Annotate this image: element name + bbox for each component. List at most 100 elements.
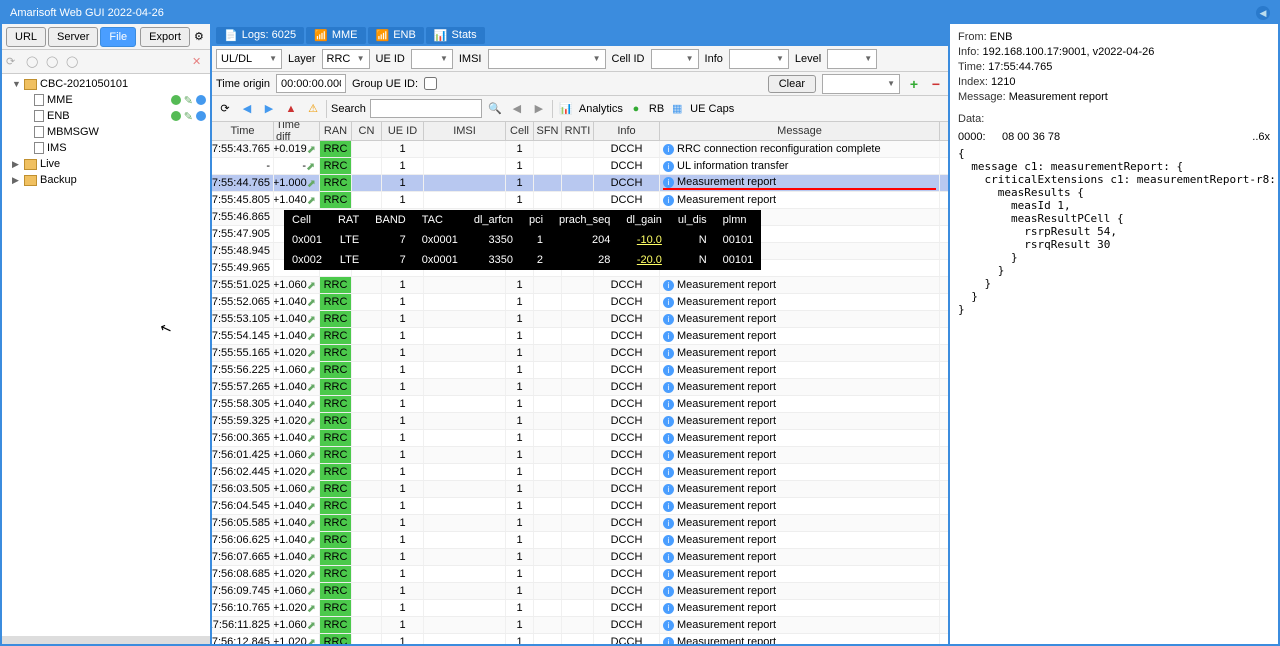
column-header[interactable]: IMSI <box>424 122 506 140</box>
nav-icon3[interactable]: ◯ <box>66 55 80 69</box>
rb-icon[interactable]: ● <box>627 100 645 118</box>
gear-icon[interactable]: ⚙ <box>192 28 206 46</box>
imsi-combo[interactable]: ▼ <box>488 49 606 69</box>
column-header[interactable]: RNTI <box>562 122 594 140</box>
play-icon[interactable] <box>196 111 206 121</box>
layer-combo[interactable]: RRC▼ <box>322 49 370 69</box>
table-row[interactable]: 17:56:03.505+1.060⬈RRC11DCCHiMeasurement… <box>212 481 948 498</box>
table-row[interactable]: 17:56:02.445+1.020⬈RRC11DCCHiMeasurement… <box>212 464 948 481</box>
table-cell: 1 <box>382 532 424 548</box>
table-row[interactable]: 17:55:51.025+1.060⬈RRC11DCCHiMeasurement… <box>212 277 948 294</box>
table-row[interactable]: 17:55:43.765+0.019⬈RRC11DCCHiRRC connect… <box>212 141 948 158</box>
column-header[interactable]: Message <box>660 122 940 140</box>
table-row[interactable]: 17:56:04.545+1.040⬈RRC11DCCHiMeasurement… <box>212 498 948 515</box>
table-row[interactable]: 17:56:10.765+1.020⬈RRC11DCCHiMeasurement… <box>212 600 948 617</box>
column-header[interactable]: UE ID <box>382 122 424 140</box>
binoculars-icon[interactable]: 🔍 <box>486 100 504 118</box>
table-row[interactable]: 17:55:56.225+1.060⬈RRC11DCCHiMeasurement… <box>212 362 948 379</box>
table-cell: 17:55:57.265 <box>212 379 274 395</box>
uecaps-icon[interactable]: ▦ <box>668 100 686 118</box>
column-header[interactable]: Time <box>212 122 274 140</box>
file-button[interactable]: File <box>100 27 136 47</box>
table-row[interactable]: 17:56:01.425+1.060⬈RRC11DCCHiMeasurement… <box>212 447 948 464</box>
refresh-icon[interactable]: ⟳ <box>6 55 20 69</box>
refresh-icon[interactable]: ⟳ <box>216 100 234 118</box>
play-icon[interactable] <box>196 95 206 105</box>
tree-node[interactable]: MBMSGW <box>6 124 206 140</box>
table-row[interactable]: 17:55:54.145+1.040⬈RRC11DCCHiMeasurement… <box>212 328 948 345</box>
group-ueid-checkbox[interactable] <box>424 77 437 90</box>
table-cell: DCCH <box>594 600 660 616</box>
search-input[interactable] <box>370 99 482 118</box>
warn-icon[interactable]: ▲ <box>282 100 300 118</box>
close-icon[interactable]: ✕ <box>192 55 206 69</box>
info-combo[interactable]: ▼ <box>729 49 789 69</box>
table-row[interactable]: 17:55:44.765+1.000⬈RRC11DCCHiMeasurement… <box>212 175 948 192</box>
table-row[interactable]: 17:55:57.265+1.040⬈RRC11DCCHiMeasurement… <box>212 379 948 396</box>
table-cell <box>562 430 594 446</box>
table-row[interactable]: 17:56:11.825+1.060⬈RRC11DCCHiMeasurement… <box>212 617 948 634</box>
table-row[interactable]: 17:56:09.745+1.060⬈RRC11DCCHiMeasurement… <box>212 583 948 600</box>
table-row[interactable]: 17:55:45.805+1.040⬈RRC11DCCHiMeasurement… <box>212 192 948 209</box>
table-row[interactable]: 17:55:59.325+1.020⬈RRC11DCCHiMeasurement… <box>212 413 948 430</box>
nav-icon[interactable]: ◯ <box>26 55 40 69</box>
collapse-sidebar-icon[interactable]: ◀ <box>1256 6 1270 20</box>
table-row[interactable]: 17:56:00.365+1.040⬈RRC11DCCHiMeasurement… <box>212 430 948 447</box>
uecaps-label[interactable]: UE Caps <box>690 103 734 115</box>
table-row[interactable]: 17:55:58.305+1.040⬈RRC11DCCHiMeasurement… <box>212 396 948 413</box>
column-header[interactable]: Time diff <box>274 122 320 140</box>
column-header[interactable]: CN <box>352 122 382 140</box>
file-tree[interactable]: ▼CBC-2021050101MME✎ENB✎MBMSGWIMS▶Live▶Ba… <box>2 74 210 636</box>
server-button[interactable]: Server <box>48 27 98 47</box>
tab[interactable]: 📄Logs: 6025 <box>216 27 304 44</box>
remove-icon[interactable]: − <box>928 76 944 92</box>
log-grid[interactable]: TimeTime diffRANCNUE IDIMSICellSFNRNTIIn… <box>212 122 948 644</box>
ueid-combo[interactable]: ▼ <box>411 49 453 69</box>
analytics-label[interactable]: Analytics <box>579 103 623 115</box>
column-header[interactable]: Cell <box>506 122 534 140</box>
time-origin-input[interactable] <box>276 74 346 93</box>
column-header[interactable]: SFN <box>534 122 562 140</box>
tree-node[interactable]: MME✎ <box>6 92 206 108</box>
tree-node[interactable]: IMS <box>6 140 206 156</box>
table-row[interactable]: 17:56:08.685+1.020⬈RRC11DCCHiMeasurement… <box>212 566 948 583</box>
alert-icon[interactable]: ⚠ <box>304 100 322 118</box>
table-row[interactable]: 17:55:53.105+1.040⬈RRC11DCCHiMeasurement… <box>212 311 948 328</box>
tree-node[interactable]: ▶Backup <box>6 172 206 188</box>
table-row[interactable]: 17:55:52.065+1.040⬈RRC11DCCHiMeasurement… <box>212 294 948 311</box>
search-prev-icon[interactable]: ◀ <box>508 100 526 118</box>
nav-icon2[interactable]: ◯ <box>46 55 60 69</box>
arrow-up-icon: ⬈ <box>307 602 316 615</box>
uldl-combo[interactable]: UL/DL▼ <box>216 49 282 69</box>
table-cell: RRC <box>320 311 352 327</box>
table-row[interactable]: 17:55:55.165+1.020⬈RRC11DCCHiMeasurement… <box>212 345 948 362</box>
tab[interactable]: 📶ENB <box>368 27 424 44</box>
column-header[interactable]: RAN <box>320 122 352 140</box>
rb-label[interactable]: RB <box>649 103 664 115</box>
tree-node[interactable]: ENB✎ <box>6 108 206 124</box>
url-button[interactable]: URL <box>6 27 46 47</box>
tree-node[interactable]: ▶Live <box>6 156 206 172</box>
table-row[interactable]: 17:56:07.665+1.040⬈RRC11DCCHiMeasurement… <box>212 549 948 566</box>
level-combo[interactable]: ▼ <box>827 49 877 69</box>
add-icon[interactable]: + <box>906 76 922 92</box>
table-row[interactable]: 17:56:05.585+1.040⬈RRC11DCCHiMeasurement… <box>212 515 948 532</box>
table-row[interactable]: --⬈RRC11DCCHiUL information transfer <box>212 158 948 175</box>
edit-icon[interactable]: ✎ <box>184 110 193 123</box>
filter-preset-combo[interactable]: ▼ <box>822 74 900 94</box>
tab[interactable]: 📶MME <box>306 27 365 44</box>
edit-icon[interactable]: ✎ <box>184 94 193 107</box>
tab[interactable]: 📊Stats <box>426 27 485 44</box>
clear-button[interactable]: Clear <box>768 75 816 93</box>
cellid-combo[interactable]: ▼ <box>651 49 699 69</box>
tree-node[interactable]: ▼CBC-2021050101 <box>6 76 206 92</box>
next-icon[interactable]: ▶ <box>260 100 278 118</box>
chart-icon[interactable]: 📊 <box>557 100 575 118</box>
h-scrollbar[interactable] <box>2 636 210 644</box>
column-header[interactable]: Info <box>594 122 660 140</box>
search-next-icon[interactable]: ▶ <box>530 100 548 118</box>
prev-icon[interactable]: ◀ <box>238 100 256 118</box>
export-button[interactable]: Export <box>140 27 190 47</box>
table-row[interactable]: 17:56:12.845+1.020⬈RRC11DCCHiMeasurement… <box>212 634 948 644</box>
table-row[interactable]: 17:56:06.625+1.040⬈RRC11DCCHiMeasurement… <box>212 532 948 549</box>
